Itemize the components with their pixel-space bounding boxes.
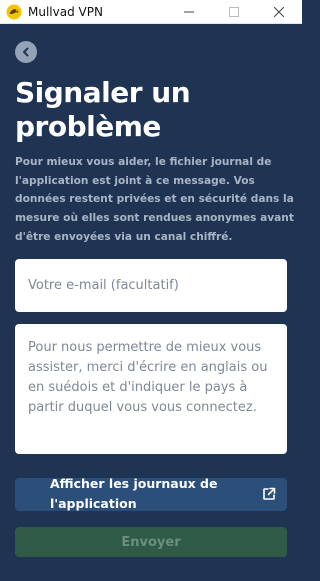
send-button[interactable]: Envoyer	[15, 527, 287, 557]
window-title: Mullvad VPN	[28, 5, 103, 19]
chevron-left-icon	[23, 47, 29, 57]
window-titlebar: Mullvad VPN	[0, 0, 302, 24]
view-app-logs-button[interactable]: Afficher les journaux de l'application	[15, 476, 287, 511]
back-button[interactable]	[15, 41, 37, 63]
close-icon	[273, 7, 284, 17]
page-title: Signaler un problème	[15, 76, 191, 143]
maximize-button[interactable]	[211, 0, 256, 24]
description-text: Pour mieux vous aider, le fichier journa…	[15, 156, 294, 243]
view-app-logs-label: Afficher les journaux de l'application	[50, 476, 218, 511]
minimize-button[interactable]	[166, 0, 211, 24]
minimize-icon	[183, 11, 194, 13]
send-button-label: Envoyer	[121, 534, 181, 550]
external-link-icon	[263, 487, 276, 500]
email-field[interactable]	[15, 259, 287, 312]
mullvad-logo-icon	[6, 4, 22, 20]
close-button[interactable]	[256, 0, 301, 24]
maximize-icon	[228, 7, 239, 17]
message-field[interactable]	[15, 324, 287, 454]
